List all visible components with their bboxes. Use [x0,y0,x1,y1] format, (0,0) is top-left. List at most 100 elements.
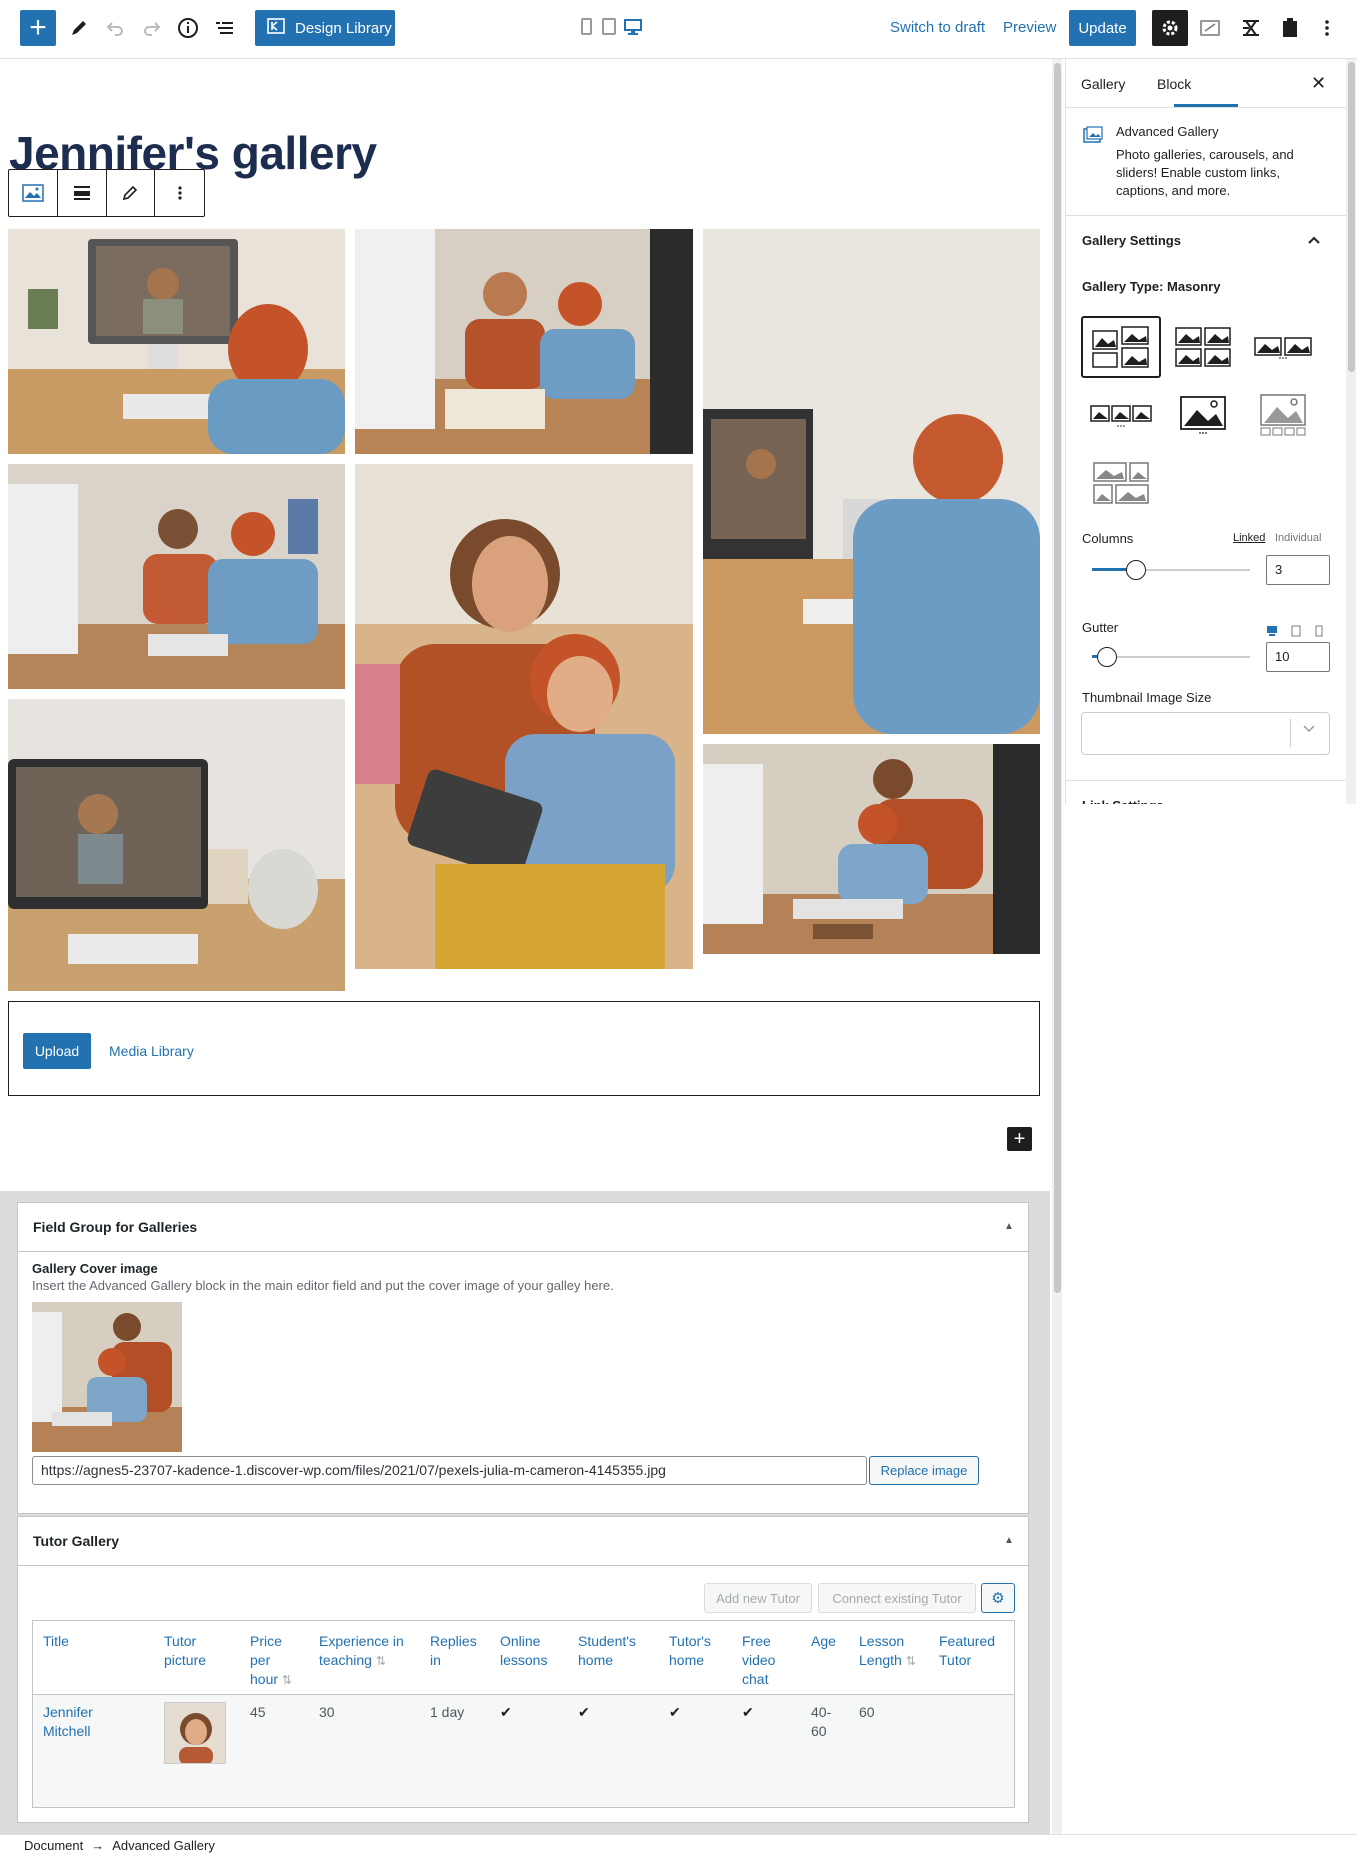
sidebar-scrollbar-thumb[interactable] [1348,62,1355,372]
add-block-button[interactable]: + [20,10,56,46]
more-options-icon[interactable] [1309,10,1345,46]
tablet-device-icon[interactable] [1291,624,1301,642]
desktop-preview-icon[interactable] [624,18,642,41]
columns-slider-thumb[interactable] [1126,560,1146,580]
link-settings-panel-title[interactable]: Link Settings [1082,798,1164,804]
block-description: Photo galleries, carousels, and sliders!… [1116,147,1294,198]
col-header-lesson-length[interactable]: Lesson Length ⇅ [859,1632,917,1671]
col-header-free-video[interactable]: Free video chat [742,1632,784,1689]
gallery-image-3[interactable] [703,229,1040,734]
design-library-button[interactable]: Design Library [255,10,395,46]
design-library-icon [267,18,285,38]
kadence-blocks-icon[interactable] [1193,10,1229,46]
col-header-replies[interactable]: Replies in [430,1632,485,1670]
cover-image-description: Insert the Advanced Gallery block in the… [32,1278,614,1293]
media-library-link[interactable]: Media Library [109,1043,194,1059]
breadcrumb-arrow-icon: → [91,1838,105,1853]
redo-icon[interactable] [134,10,170,46]
col-header-price-label: Price per hour [250,1633,282,1687]
tutor-age: 40-60 [811,1704,832,1739]
cover-url-input[interactable]: https://agnes5-23707-kadence-1.discover-… [32,1456,867,1485]
breadcrumb-document[interactable]: Document [24,1838,83,1853]
align-icon[interactable] [58,170,107,216]
switch-to-draft-link[interactable]: Switch to draft [890,19,985,36]
gallery-type-grid-option[interactable] [1163,316,1243,378]
gallery-type-fluid-carousel-option[interactable] [1081,384,1161,446]
col-header-experience[interactable]: Experience in teaching ⇅ [319,1632,414,1671]
tutor-title-link[interactable]: Jennifer Mitchell [43,1703,113,1741]
col-header-price[interactable]: Price per hour ⇅ [250,1632,300,1690]
block-breadcrumb: Document → Advanced Gallery [0,1834,1357,1856]
connect-existing-tutor-button[interactable]: Connect existing Tutor [818,1583,976,1613]
tab-gallery[interactable]: Gallery [1081,76,1125,92]
tutor-picture [164,1702,226,1764]
col-header-online[interactable]: Online lessons [500,1632,560,1670]
list-view-icon[interactable] [206,10,242,46]
block-type-gallery-icon[interactable] [9,170,58,216]
gallery-image-4[interactable] [8,464,345,689]
collapse-arrow-icon[interactable]: ▲ [1004,1535,1014,1546]
gallery-image-6[interactable] [703,744,1040,954]
block-inserter-plus-icon[interactable]: + [1007,1127,1032,1151]
field-group-title[interactable]: Field Group for Galleries [33,1219,197,1235]
mobile-preview-icon[interactable] [581,18,592,35]
mobile-device-icon[interactable] [1315,624,1323,642]
gallery-settings-panel-title[interactable]: Gallery Settings [1082,233,1181,248]
col-header-tutors-home[interactable]: Tutor's home [669,1632,724,1670]
chevron-up-icon[interactable] [1308,231,1320,247]
columns-number-input[interactable]: 3 [1266,555,1330,585]
gutter-number-input[interactable]: 10 [1266,642,1330,672]
gallery-image-1[interactable] [8,229,345,454]
gallery-type-masonry-option[interactable] [1081,316,1161,378]
editor-scrollbar-thumb[interactable] [1054,63,1061,1293]
gallery-type-tiles-option[interactable] [1081,452,1161,514]
design-library-label: Design Library [295,19,392,37]
select-separator [1290,719,1291,747]
details-info-icon[interactable] [170,10,206,46]
block-options-icon[interactable] [155,170,204,216]
gallery-type-thumbnail-slider-option[interactable] [1243,384,1323,446]
settings-gear-icon[interactable] [1152,10,1188,46]
replace-image-button[interactable]: Replace image [869,1456,979,1485]
close-icon[interactable]: ✕ [1311,73,1326,94]
gallery-type-label: Gallery Type: Masonry [1082,279,1221,294]
tablet-preview-icon[interactable] [602,18,616,35]
columns-individual-toggle[interactable]: Individual [1275,532,1321,544]
gutter-slider-thumb[interactable] [1097,647,1117,667]
col-header-title[interactable]: Title [43,1632,133,1651]
desktop-device-icon[interactable] [1266,624,1278,642]
edit-pencil-icon[interactable] [107,170,156,216]
breadcrumb-advanced-gallery[interactable]: Advanced Gallery [112,1838,215,1853]
gallery-type-slider-option[interactable] [1163,384,1243,446]
col-header-age[interactable]: Age [811,1632,851,1651]
tutor-gallery-title[interactable]: Tutor Gallery [33,1533,119,1549]
preview-link[interactable]: Preview [1003,19,1056,36]
thumbnail-size-label: Thumbnail Image Size [1082,690,1212,705]
tutor-lesson-length: 60 [859,1704,875,1720]
thumbnail-size-select[interactable] [1081,712,1330,755]
gallery-image-2[interactable] [355,229,693,454]
table-header-divider [33,1694,1014,1695]
col-header-featured[interactable]: Featured Tutor [939,1632,1009,1670]
plugin-clipboard-icon[interactable] [1272,10,1308,46]
gallery-type-carousel-option[interactable] [1243,316,1323,378]
gutter-label: Gutter [1082,620,1119,635]
block-toolbar [8,169,205,217]
kadence-controls-icon[interactable] [1233,10,1269,46]
add-new-tutor-button[interactable]: Add new Tutor [704,1583,812,1613]
table-settings-gear-icon[interactable]: ⚙ [981,1583,1015,1613]
update-button[interactable]: Update [1069,10,1136,46]
undo-icon[interactable] [97,10,133,46]
col-header-students-home[interactable]: Student's home [578,1632,648,1670]
tools-pencil-icon[interactable] [61,10,97,46]
online-check: ✔ [500,1704,512,1720]
free-video-check: ✔ [742,1704,754,1720]
chevron-down-icon[interactable] [1303,721,1315,736]
tab-block[interactable]: Block [1157,76,1191,92]
gallery-image-5[interactable] [355,464,693,969]
gallery-image-7[interactable] [8,699,345,991]
upload-button[interactable]: Upload [23,1033,91,1069]
col-header-tutor-picture[interactable]: Tutor picture [164,1632,224,1670]
columns-linked-toggle[interactable]: Linked [1233,532,1265,544]
collapse-arrow-icon[interactable]: ▲ [1004,1221,1014,1232]
